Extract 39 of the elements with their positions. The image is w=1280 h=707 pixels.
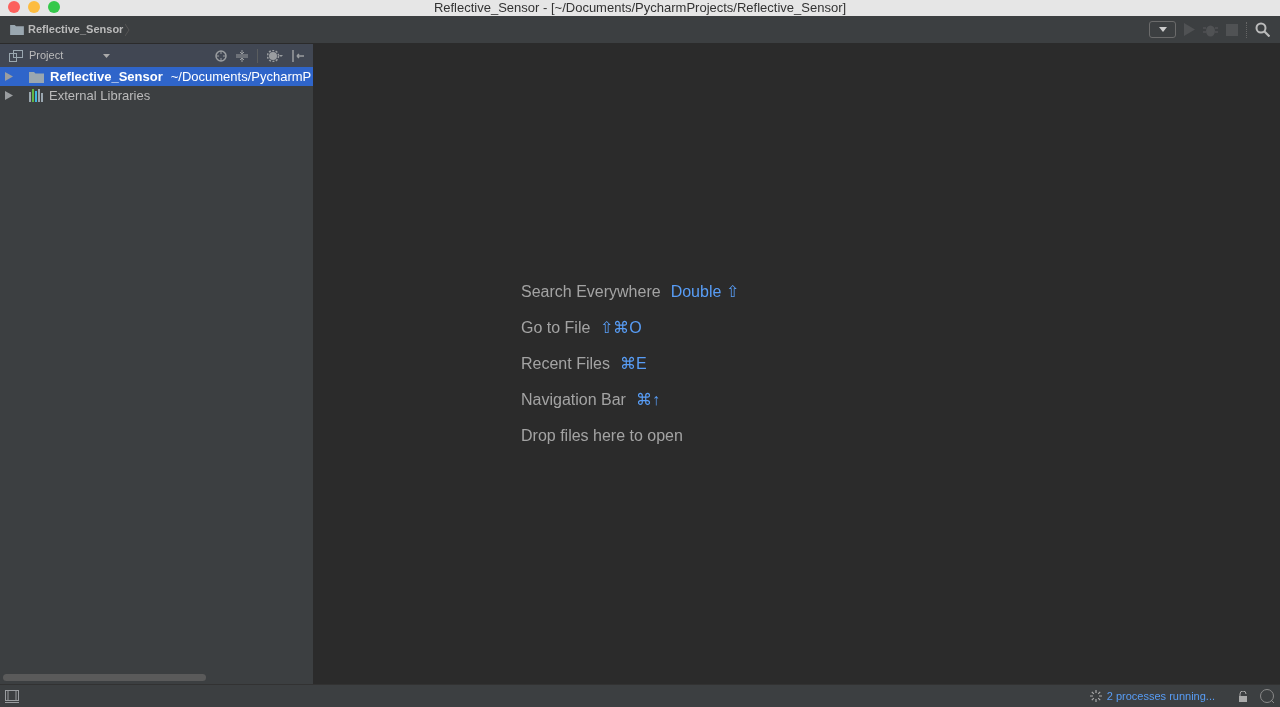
hint-label: Navigation Bar <box>521 389 626 410</box>
tree-item[interactable]: Reflective_Sensor ~/Documents/PycharmP <box>0 67 313 86</box>
tree-item-path: ~/Documents/PycharmP <box>170 67 312 86</box>
shortcut-text: Double ⇧ <box>670 281 739 302</box>
window-title: Reflective_Sensor - [~/Documents/PycharmProjects/Reflective_Sensor] <box>433 0 847 16</box>
folder-icon <box>10 24 24 35</box>
collapse-icon[interactable] <box>236 49 248 62</box>
spinner-icon <box>1089 690 1102 702</box>
lock-icon[interactable] <box>1238 690 1248 702</box>
caret-icon <box>103 53 111 58</box>
caret-icon <box>1158 27 1167 32</box>
window-icon <box>9 49 23 62</box>
shortcut-text: ⇧⌘O <box>600 317 642 338</box>
shortcut-text: ⌘↑ <box>635 389 660 410</box>
run-configuration-dropdown[interactable] <box>1149 21 1176 38</box>
hint-label: Recent Files <box>521 353 610 374</box>
gear-icon[interactable] <box>267 49 283 62</box>
tree-item-label: External Libraries <box>49 86 151 105</box>
hint-label: Drop files here to open <box>521 425 683 446</box>
close-button[interactable] <box>8 1 20 13</box>
breadcrumb-item[interactable]: Reflective_Sensor <box>28 21 124 38</box>
shortcut-text: ⌘E <box>619 353 647 374</box>
collapsed-arrow-icon[interactable] <box>5 91 13 100</box>
processes-link[interactable]: 2 processes running... <box>1106 687 1215 705</box>
view-dropdown[interactable]: Project <box>29 47 111 64</box>
tree-item[interactable]: External Libraries <box>0 86 313 105</box>
hide-panel-icon[interactable] <box>292 49 304 62</box>
bars-icon <box>29 89 43 102</box>
hint-label: Go to File <box>521 317 591 338</box>
horizontal-scrollbar[interactable] <box>3 673 206 681</box>
folder-icon <box>29 70 44 83</box>
zoom-button[interactable] <box>48 1 60 13</box>
crosshair-icon[interactable] <box>215 49 227 62</box>
search-icon[interactable] <box>1255 22 1270 37</box>
tree-item-label: Reflective_Sensor <box>50 67 163 86</box>
hint-label: Search Everywhere <box>521 281 661 302</box>
panel-toggle-icon[interactable] <box>5 689 19 703</box>
collapsed-arrow-icon[interactable] <box>5 72 13 81</box>
chat-bubble-icon[interactable] <box>1259 688 1275 704</box>
